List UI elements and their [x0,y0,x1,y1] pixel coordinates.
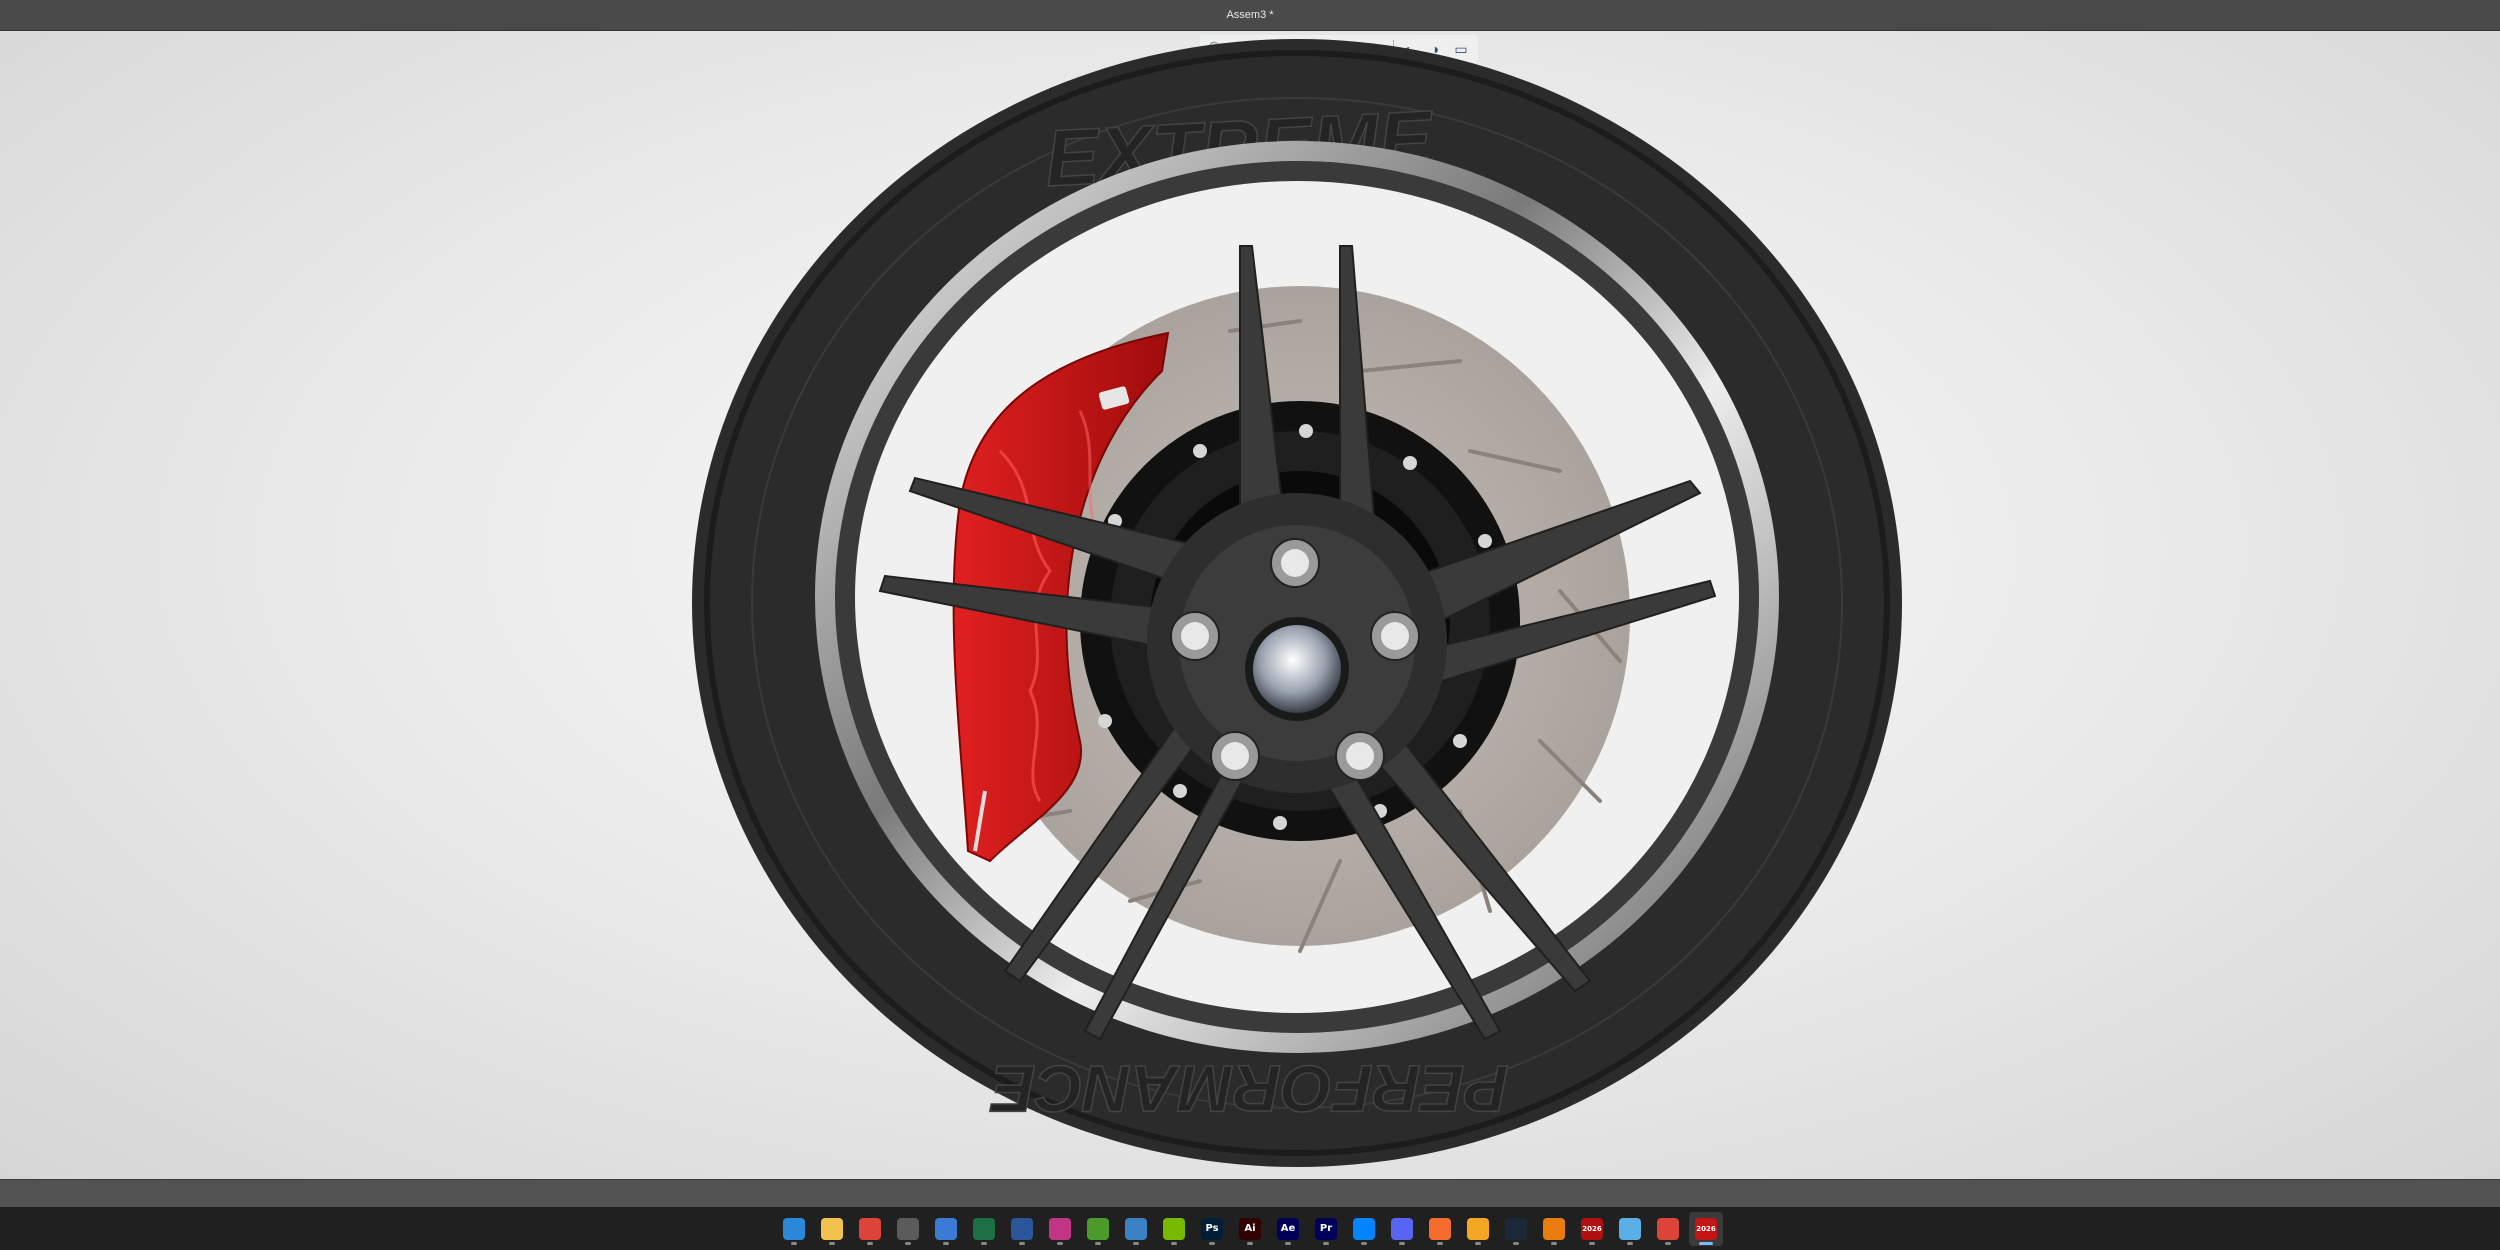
windows-taskbar: Ps Ai Ae Pr 2026 2026 [0,1207,2500,1250]
messenger-icon [1353,1217,1375,1240]
taskbar-button[interactable] [1461,1212,1495,1246]
taskbar-button[interactable] [1119,1212,1153,1246]
solidworks-2026-active-icon: 2026 [1695,1217,1717,1240]
taskbar-button[interactable] [1043,1212,1077,1246]
file-explorer-icon [821,1217,843,1240]
taskbar-button[interactable] [1423,1212,1457,1246]
running-indicator [829,1241,835,1245]
taskbar-button[interactable] [1347,1212,1381,1246]
taskbar-button[interactable]: 2026 [1689,1211,1723,1246]
steam-icon [1505,1217,1527,1240]
running-indicator [1171,1241,1177,1245]
running-indicator [1209,1241,1215,1245]
phone-link-icon [1125,1217,1147,1240]
taskbar-button[interactable] [815,1212,849,1246]
excel-icon [973,1217,995,1240]
tire-sidewall-text-bottom: PERFORMANCE [990,1052,1509,1126]
running-indicator [1627,1241,1633,1245]
taskbar-button[interactable] [1537,1212,1571,1246]
running-indicator [791,1241,797,1245]
taskbar-button[interactable] [1005,1212,1039,1246]
running-indicator [1323,1241,1329,1245]
taskbar-button[interactable] [929,1212,963,1246]
wheel-assembly-model[interactable]: EXTREME PERFORMANCE [0,31,2500,1179]
taskbar-button[interactable] [1651,1212,1685,1246]
taskbar-button[interactable]: Ps [1195,1212,1229,1246]
running-indicator [1057,1241,1063,1245]
taskbar-button[interactable]: 2026 [1575,1212,1609,1246]
window-title: Assem3 * [1226,9,1274,21]
taskbar-button[interactable] [1157,1212,1191,1246]
illustrator-icon: Ai [1239,1217,1261,1240]
taskbar-button[interactable] [967,1212,1001,1246]
running-indicator [1699,1241,1713,1245]
running-indicator [1551,1241,1557,1245]
running-indicator [1133,1241,1139,1245]
running-indicator [1665,1241,1671,1245]
xbox-icon [1087,1217,1109,1240]
running-indicator [1019,1241,1025,1245]
photoshop-icon: Ps [1201,1217,1223,1240]
window-titlebar: Assem3 * [0,0,2500,31]
start-icon [783,1217,805,1240]
chrome-alt-icon [1657,1217,1679,1240]
taskbar-button[interactable]: Pr [1309,1212,1343,1246]
premiere-icon: Pr [1315,1217,1337,1240]
running-indicator [1589,1241,1595,1245]
taskbar-button[interactable] [1613,1212,1647,1246]
running-indicator [1361,1241,1367,1245]
running-indicator [867,1241,873,1245]
running-indicator [1399,1241,1405,1245]
taskbar-items: Ps Ai Ae Pr 2026 2026 [777,1211,1723,1246]
instagram-icon [1049,1217,1071,1240]
taskbar-button[interactable] [891,1212,925,1246]
running-indicator [1513,1241,1519,1245]
discord-icon [1391,1217,1413,1240]
store-icon [935,1217,957,1240]
status-bar [0,1179,2500,1209]
running-indicator [1247,1241,1253,1245]
after-effects-icon: Ae [1277,1217,1299,1240]
taskbar-button[interactable] [1081,1212,1115,1246]
center-cap [1245,617,1349,721]
running-indicator [1475,1241,1481,1245]
taskbar-button[interactable] [777,1212,811,1246]
running-indicator [1285,1241,1291,1245]
taskbar-button[interactable] [853,1212,887,1246]
solidworks-2026-icon: 2026 [1581,1217,1603,1240]
running-indicator [905,1241,911,1245]
taskbar-button[interactable] [1385,1212,1419,1246]
running-indicator [981,1241,987,1245]
fusion-icon [1467,1217,1489,1240]
taskbar-button[interactable]: Ai [1233,1212,1267,1246]
origin-icon [1429,1217,1451,1240]
3d-viewer-icon [1619,1217,1641,1240]
graphics-viewport[interactable]: 🔍 ▣ ↶ ◫ ▦ ▩ ◉ ◐ ◑ ▭ [0,31,2500,1179]
running-indicator [1437,1241,1443,1245]
calculator-icon [897,1217,919,1240]
blender-icon [1543,1217,1565,1240]
taskbar-button[interactable] [1499,1212,1533,1246]
running-indicator [1095,1241,1101,1245]
chrome-icon [859,1217,881,1240]
taskbar-button[interactable]: Ae [1271,1212,1305,1246]
nvidia-icon [1163,1217,1185,1240]
running-indicator [943,1241,949,1245]
word-icon [1011,1217,1033,1240]
